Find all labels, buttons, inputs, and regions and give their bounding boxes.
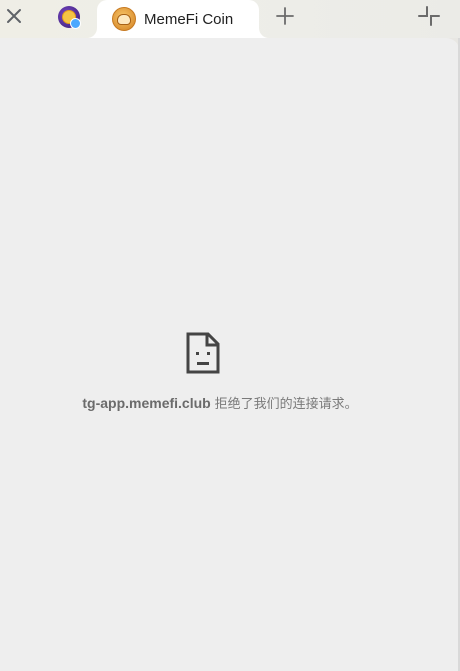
sad-page-icon [186,332,220,374]
trophy-coin-favicon-icon [58,6,81,29]
close-icon [7,9,21,23]
page-content [0,38,460,671]
minimize-button[interactable] [417,4,441,28]
tab-bar: MemeFi Coin [0,0,460,38]
error-text: 拒绝了我们的连接请求。 [214,397,358,412]
error-message: tg-app.memefi.club 拒绝了我们的连接请求。 [0,393,440,412]
minimize-icon [418,6,440,26]
close-button[interactable] [3,5,25,27]
error-host: tg-app.memefi.club [82,395,211,411]
plus-icon [276,7,294,25]
tab-memefi-coin[interactable]: MemeFi Coin [97,0,259,38]
tab-title: MemeFi Coin [144,10,234,28]
memefi-coin-favicon-icon [112,7,136,31]
new-tab-button[interactable] [273,4,297,28]
tab-inactive[interactable] [52,2,86,32]
